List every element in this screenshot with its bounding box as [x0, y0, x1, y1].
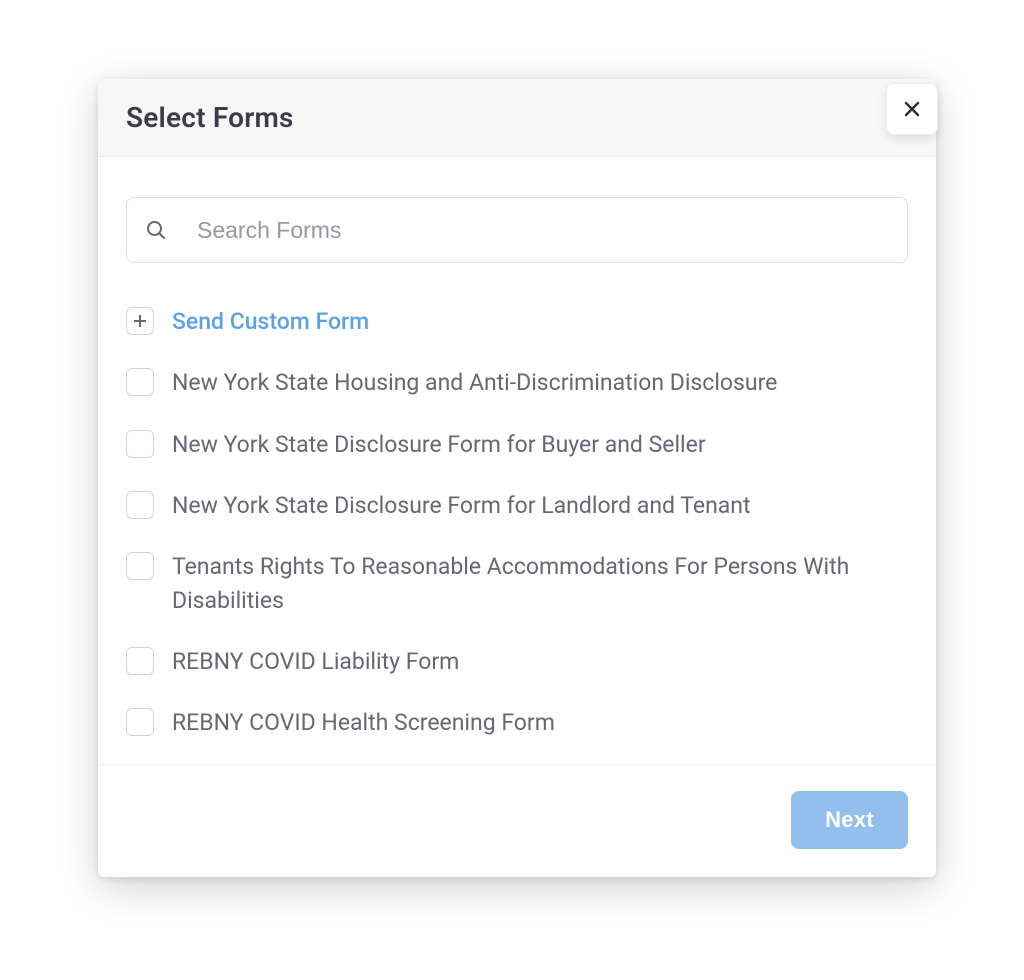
form-checkbox[interactable] [126, 368, 154, 396]
plus-icon [132, 313, 148, 329]
form-checkbox[interactable] [126, 430, 154, 458]
modal-body: Send Custom Form New York State Housing … [98, 157, 936, 764]
form-row[interactable]: Tenants Rights To Reasonable Accommodati… [126, 550, 908, 617]
form-row[interactable]: REBNY COVID Health Screening Form [126, 706, 908, 739]
form-row[interactable]: New York State Disclosure Form for Landl… [126, 489, 908, 522]
form-row[interactable]: New York State Housing and Anti-Discrimi… [126, 366, 908, 399]
form-label[interactable]: New York State Disclosure Form for Landl… [172, 489, 751, 522]
close-icon [903, 100, 921, 118]
add-custom-form-button[interactable] [126, 307, 154, 335]
search-icon [145, 219, 167, 241]
form-checkbox[interactable] [126, 491, 154, 519]
modal-footer: Next [98, 764, 936, 877]
form-row[interactable]: New York State Disclosure Form for Buyer… [126, 428, 908, 461]
search-field-wrapper[interactable] [126, 197, 908, 263]
form-checkbox[interactable] [126, 647, 154, 675]
form-label[interactable]: REBNY COVID Health Screening Form [172, 706, 555, 739]
modal-title: Select Forms [126, 101, 908, 134]
close-button[interactable] [886, 83, 938, 135]
forms-list: Send Custom Form New York State Housing … [126, 305, 908, 740]
search-input[interactable] [195, 216, 889, 245]
form-row[interactable]: REBNY COVID Liability Form [126, 645, 908, 678]
next-button[interactable]: Next [791, 791, 908, 849]
form-checkbox[interactable] [126, 552, 154, 580]
form-label[interactable]: REBNY COVID Liability Form [172, 645, 459, 678]
form-checkbox[interactable] [126, 708, 154, 736]
send-custom-form-label[interactable]: Send Custom Form [172, 305, 369, 338]
modal-header: Select Forms [98, 79, 936, 157]
form-label[interactable]: New York State Disclosure Form for Buyer… [172, 428, 706, 461]
form-label[interactable]: New York State Housing and Anti-Discrimi… [172, 366, 777, 399]
form-label[interactable]: Tenants Rights To Reasonable Accommodati… [172, 550, 908, 617]
send-custom-form-row[interactable]: Send Custom Form [126, 305, 908, 338]
select-forms-modal: Select Forms [98, 79, 936, 877]
